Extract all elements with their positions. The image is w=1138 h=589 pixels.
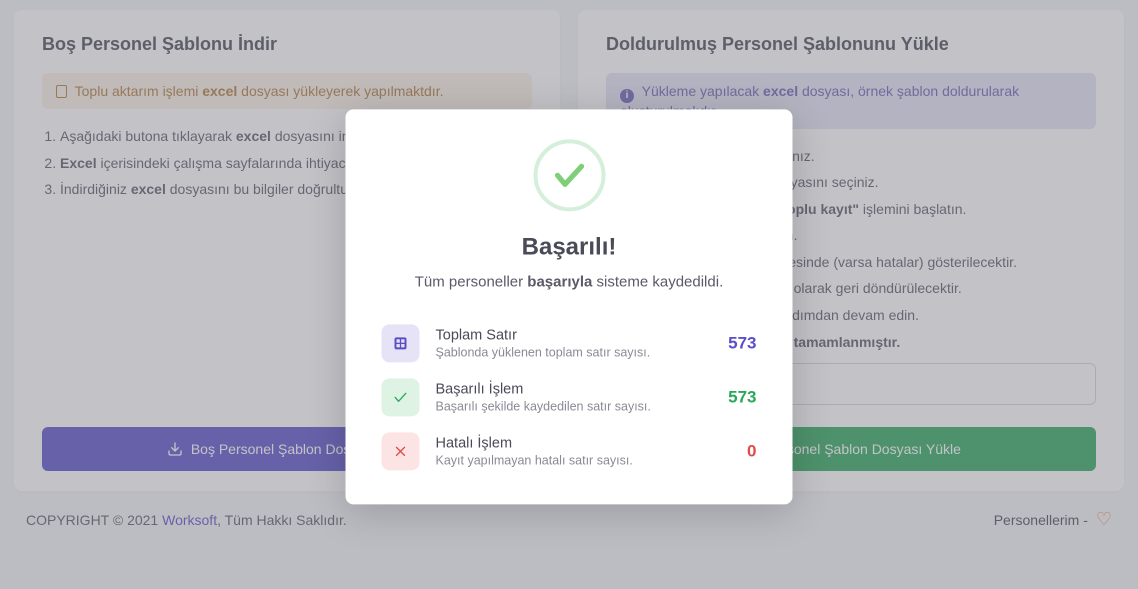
stat-desc: Başarılı şekilde kaydedilen satır sayısı…: [436, 399, 713, 413]
success-check-icon: [533, 139, 605, 211]
modal-subtitle: Tüm personeller başarıyla sisteme kayded…: [376, 273, 763, 290]
stat-value: 0: [747, 441, 756, 461]
stat-value: 573: [728, 387, 756, 407]
stat-title: Toplam Satır: [436, 327, 713, 343]
stat-value: 573: [728, 333, 756, 353]
stat-desc: Kayıt yapılmayan hatalı satır sayısı.: [436, 453, 732, 467]
grid-icon: [382, 324, 420, 362]
modal-title: Başarılı!: [376, 233, 763, 261]
check-icon: [382, 378, 420, 416]
x-icon: [382, 432, 420, 470]
stat-title: Başarılı İşlem: [436, 381, 713, 397]
stat-total-rows: Toplam Satır Şablonda yüklenen toplam sa…: [376, 316, 763, 370]
stat-success-rows: Başarılı İşlem Başarılı şekilde kaydedil…: [376, 370, 763, 424]
stat-desc: Şablonda yüklenen toplam satır sayısı.: [436, 345, 713, 359]
success-modal: Başarılı! Tüm personeller başarıyla sist…: [346, 109, 793, 504]
stat-title: Hatalı İşlem: [436, 435, 732, 451]
stat-error-rows: Hatalı İşlem Kayıt yapılmayan hatalı sat…: [376, 424, 763, 478]
